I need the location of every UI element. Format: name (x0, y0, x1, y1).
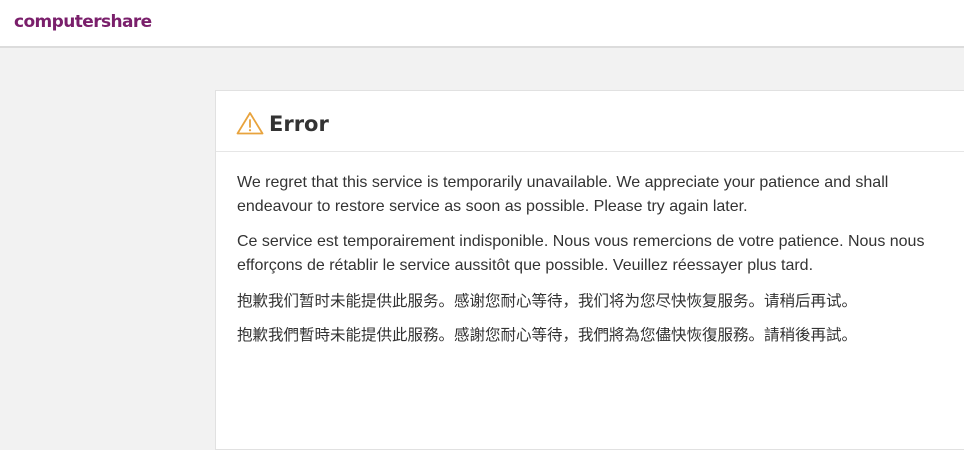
error-card: Error We regret that this service is tem… (215, 90, 964, 450)
error-title: Error (269, 112, 329, 136)
error-card-body: We regret that this service is temporari… (237, 171, 947, 357)
computershare-logo[interactable]: computershare (14, 10, 152, 34)
top-bar: computershare (0, 0, 964, 48)
warning-triangle-icon (236, 112, 264, 135)
error-message-french: Ce service est temporairement indisponib… (237, 233, 925, 274)
error-message-simplified-chinese: 抱歉我们暂时未能提供此服务。感谢您耐心等待，我们将为您尽快恢复服务。请稍后再试。 (237, 292, 858, 310)
error-card-header: Error (216, 91, 964, 152)
logo-text: computershare (14, 12, 152, 32)
error-message-english: We regret that this service is temporari… (237, 174, 889, 215)
error-message-traditional-chinese: 抱歉我們暫時未能提供此服務。感謝您耐心等待，我們將為您儘快恢復服務。請稍後再試。 (237, 326, 858, 344)
